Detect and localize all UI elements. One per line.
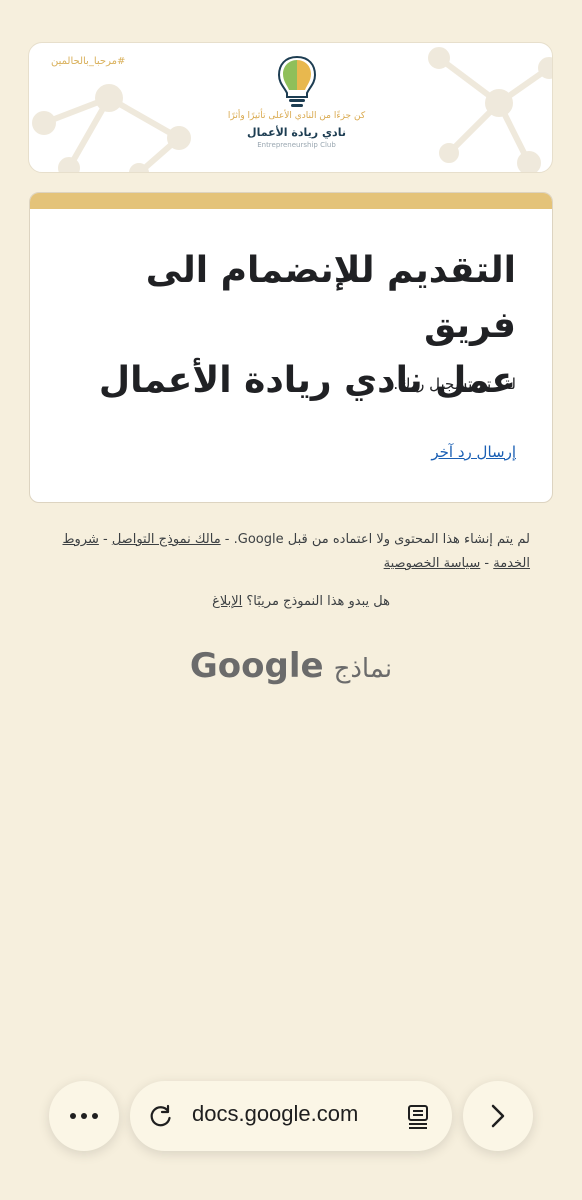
privacy-policy-link[interactable]: سياسة الخصوصية xyxy=(384,556,481,571)
forward-button[interactable] xyxy=(463,1081,533,1151)
url-text: docs.google.com xyxy=(192,1101,359,1126)
club-logo: كن جزءًا من النادي الأعلى تأثيرًا وأثرًا… xyxy=(209,53,384,149)
confirmation-card: التقديم للإنضمام الى فريق عمل نادي ريادة… xyxy=(29,192,553,503)
google-wordmark: Google xyxy=(189,646,324,686)
separator: - xyxy=(98,532,112,547)
banner-hashtag: #مرحبا_بالحالمين xyxy=(51,56,126,67)
response-recorded-message: لقد تم تسجيل ردك. xyxy=(393,375,516,393)
reload-icon[interactable] xyxy=(148,1103,174,1129)
lightbulb-brain-icon xyxy=(277,55,316,107)
club-name-english: Entrepreneurship Club xyxy=(257,141,336,149)
more-options-button[interactable] xyxy=(49,1081,119,1151)
reader-mode-icon[interactable] xyxy=(406,1103,430,1129)
forms-wordmark: نماذج xyxy=(333,654,393,684)
more-icon xyxy=(70,1113,98,1119)
banner-slogan: كن جزءًا من النادي الأعلى تأثيرًا وأثرًا xyxy=(227,111,366,121)
form-title-line-1: التقديم للإنضمام الى فريق xyxy=(145,250,516,346)
club-name-arabic: نادي ريادة الأعمال xyxy=(247,126,346,139)
google-forms-logo[interactable]: Google نماذج xyxy=(0,646,582,686)
disclaimer-footer: لم يتم إنشاء هذا المحتوى ولا اعتماده من … xyxy=(50,528,530,576)
report-question: هل يبدو هذا النموذج مريبًا؟ xyxy=(242,594,390,609)
report-abuse-line: هل يبدو هذا النموذج مريبًا؟ الإبلاغ xyxy=(50,594,390,609)
form-header-banner: #مرحبا_بالحالمين كن جزءًا من النادي الأع… xyxy=(28,42,553,173)
disclaimer-text: لم يتم إنشاء هذا المحتوى ولا اعتماده من … xyxy=(220,532,530,547)
submit-another-response-link[interactable]: إرسال رد آخر xyxy=(431,443,516,461)
address-bar[interactable]: docs.google.com xyxy=(130,1081,452,1151)
card-accent-bar xyxy=(30,193,552,209)
separator: - xyxy=(480,556,494,571)
form-owner-link[interactable]: مالك نموذج التواصل xyxy=(112,532,221,547)
forward-icon xyxy=(491,1104,505,1128)
report-link[interactable]: الإبلاغ xyxy=(212,594,242,609)
